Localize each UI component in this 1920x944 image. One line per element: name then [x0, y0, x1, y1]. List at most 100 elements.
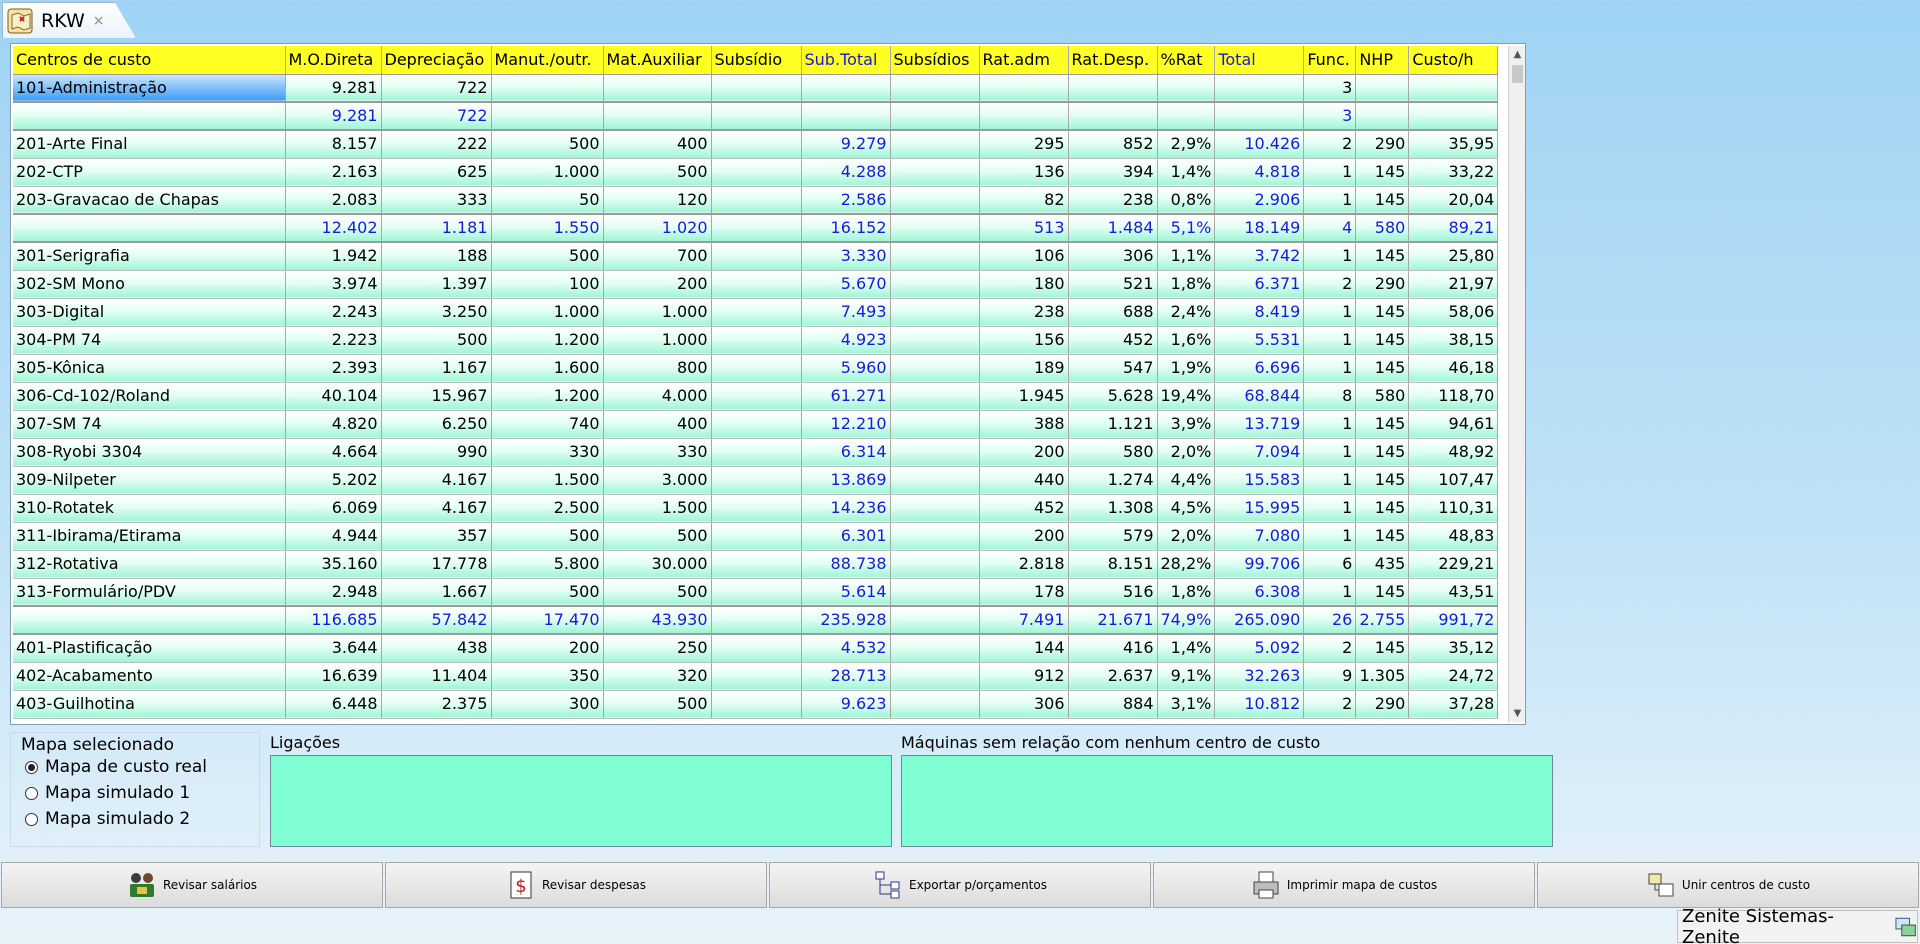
- value-cell[interactable]: 400: [603, 129, 712, 159]
- value-cell[interactable]: 306: [979, 690, 1069, 719]
- value-cell[interactable]: 3: [1303, 74, 1357, 103]
- value-cell[interactable]: 200: [979, 438, 1069, 467]
- value-cell[interactable]: 320: [603, 662, 712, 691]
- value-cell[interactable]: 43,51: [1408, 578, 1499, 607]
- cost-center-name-cell[interactable]: 403-Guilhotina: [13, 690, 286, 719]
- value-cell[interactable]: 722: [381, 74, 492, 103]
- table-row[interactable]: 402-Acabamento 16.639 11.404 350 320 28.713 91…: [13, 662, 1499, 691]
- value-cell[interactable]: 9,1%: [1157, 662, 1216, 691]
- value-cell[interactable]: [890, 326, 980, 355]
- cost-center-name-cell[interactable]: 310-Rotatek: [13, 494, 286, 523]
- value-cell[interactable]: 5.614: [801, 578, 891, 607]
- value-cell[interactable]: 19,4%: [1157, 382, 1216, 411]
- value-cell[interactable]: [711, 494, 802, 523]
- value-cell[interactable]: 3.250: [381, 298, 492, 327]
- value-cell[interactable]: 330: [491, 438, 604, 467]
- column-header[interactable]: Rat.adm: [979, 46, 1069, 75]
- cost-center-name-cell[interactable]: 401-Plastificação: [13, 633, 286, 663]
- value-cell[interactable]: 333: [381, 186, 492, 215]
- cost-center-name-cell[interactable]: 308-Ryobi 3304: [13, 438, 286, 467]
- value-cell[interactable]: 1.667: [381, 578, 492, 607]
- value-cell[interactable]: 9.279: [801, 129, 891, 159]
- value-cell[interactable]: [1157, 74, 1216, 103]
- subtotal-row[interactable]: 12.402 1.181 1.550 1.020 16.152 513 1.484 5,1% 1…: [13, 213, 1499, 243]
- exportar-orcamentos-button[interactable]: Exportar p/orçamentos: [769, 862, 1151, 908]
- column-header[interactable]: Centros de custo: [13, 46, 286, 75]
- table-row[interactable]: 101-Administração 9.281 722 3: [13, 74, 1499, 103]
- value-cell[interactable]: [711, 690, 802, 719]
- value-cell[interactable]: [890, 213, 980, 243]
- value-cell[interactable]: 580: [1355, 382, 1410, 411]
- value-cell[interactable]: 2.223: [285, 326, 382, 355]
- value-cell[interactable]: 4.944: [285, 522, 382, 551]
- value-cell[interactable]: [711, 550, 802, 579]
- value-cell[interactable]: 3.000: [603, 466, 712, 495]
- value-cell[interactable]: 100: [491, 270, 604, 299]
- value-cell[interactable]: 238: [1068, 186, 1158, 215]
- column-header[interactable]: M.O.Direta: [285, 46, 382, 75]
- radio-mapa-custo-real[interactable]: Mapa de custo real: [25, 757, 207, 777]
- value-cell[interactable]: 25,80: [1408, 241, 1499, 271]
- table-row[interactable]: 401-Plastificação 3.644 438 200 250 4.532 144 4…: [13, 633, 1499, 663]
- value-cell[interactable]: [711, 74, 802, 103]
- value-cell[interactable]: 991,72: [1408, 605, 1499, 635]
- value-cell[interactable]: 1: [1303, 354, 1357, 383]
- value-cell[interactable]: 10.426: [1214, 129, 1305, 159]
- value-cell[interactable]: 452: [979, 494, 1069, 523]
- value-cell[interactable]: 394: [1068, 158, 1158, 187]
- value-cell[interactable]: [890, 438, 980, 467]
- value-cell[interactable]: 50: [491, 186, 604, 215]
- value-cell[interactable]: 145: [1355, 466, 1410, 495]
- value-cell[interactable]: 290: [1355, 690, 1410, 719]
- tab-rkw[interactable]: RKW ×: [2, 2, 136, 38]
- value-cell[interactable]: 1,1%: [1157, 241, 1216, 271]
- value-cell[interactable]: 579: [1068, 522, 1158, 551]
- value-cell[interactable]: 416: [1068, 633, 1158, 663]
- value-cell[interactable]: 6.371: [1214, 270, 1305, 299]
- table-row[interactable]: 201-Arte Final 8.157 222 500 400 9.279 295 852 2…: [13, 129, 1499, 159]
- value-cell[interactable]: 884: [1068, 690, 1158, 719]
- table-row[interactable]: 301-Serigrafia 1.942 188 500 700 3.330 106 306 1…: [13, 241, 1499, 271]
- value-cell[interactable]: 26: [1303, 605, 1357, 635]
- value-cell[interactable]: 116.685: [285, 605, 382, 635]
- value-cell[interactable]: 1.000: [491, 158, 604, 187]
- value-cell[interactable]: 1.000: [603, 326, 712, 355]
- value-cell[interactable]: 2: [1303, 129, 1357, 159]
- value-cell[interactable]: 1.500: [491, 466, 604, 495]
- value-cell[interactable]: 852: [1068, 129, 1158, 159]
- value-cell[interactable]: [711, 186, 802, 215]
- value-cell[interactable]: [890, 410, 980, 439]
- value-cell[interactable]: 235.928: [801, 605, 891, 635]
- value-cell[interactable]: [890, 158, 980, 187]
- radio-dot-icon[interactable]: [25, 812, 38, 826]
- value-cell[interactable]: 2.755: [1355, 605, 1410, 635]
- value-cell[interactable]: 2,0%: [1157, 522, 1216, 551]
- value-cell[interactable]: 1.550: [491, 213, 604, 243]
- value-cell[interactable]: 1,6%: [1157, 326, 1216, 355]
- value-cell[interactable]: 547: [1068, 354, 1158, 383]
- value-cell[interactable]: [979, 74, 1069, 103]
- value-cell[interactable]: [711, 298, 802, 327]
- grid-vertical-scrollbar[interactable]: ▲ ▼: [1508, 46, 1525, 722]
- value-cell[interactable]: 58,06: [1408, 298, 1499, 327]
- value-cell[interactable]: 1: [1303, 241, 1357, 271]
- value-cell[interactable]: [890, 578, 980, 607]
- value-cell[interactable]: 16.639: [285, 662, 382, 691]
- value-cell[interactable]: 2: [1303, 690, 1357, 719]
- value-cell[interactable]: 1.167: [381, 354, 492, 383]
- value-cell[interactable]: 1.942: [285, 241, 382, 271]
- value-cell[interactable]: 145: [1355, 522, 1410, 551]
- value-cell[interactable]: 1.200: [491, 382, 604, 411]
- value-cell[interactable]: 6: [1303, 550, 1357, 579]
- value-cell[interactable]: 17.778: [381, 550, 492, 579]
- column-header[interactable]: NHP: [1355, 46, 1410, 75]
- value-cell[interactable]: 1.274: [1068, 466, 1158, 495]
- value-cell[interactable]: 306: [1068, 241, 1158, 271]
- value-cell[interactable]: 1,8%: [1157, 270, 1216, 299]
- value-cell[interactable]: [1068, 74, 1158, 103]
- value-cell[interactable]: 500: [381, 326, 492, 355]
- value-cell[interactable]: 8.419: [1214, 298, 1305, 327]
- value-cell[interactable]: 521: [1068, 270, 1158, 299]
- value-cell[interactable]: 1,9%: [1157, 354, 1216, 383]
- radio-dot-icon[interactable]: [25, 760, 38, 774]
